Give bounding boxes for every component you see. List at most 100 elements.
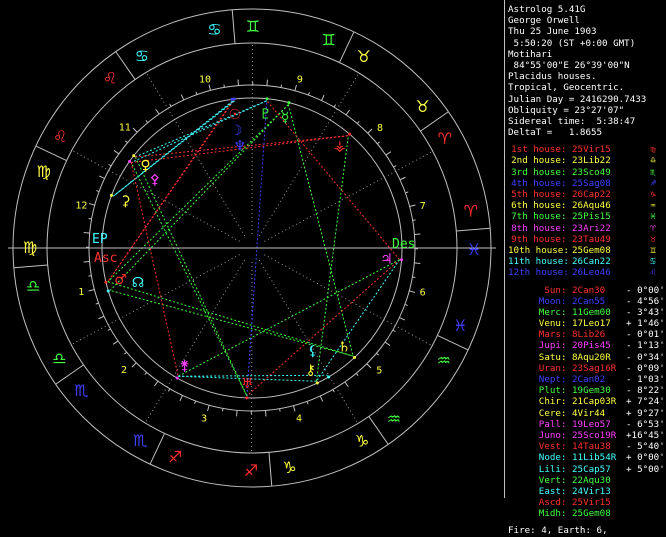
degree-tick bbox=[99, 316, 104, 319]
zodiac-sign-icon: ♊ bbox=[246, 17, 260, 36]
sign-divider bbox=[150, 433, 165, 464]
planet-label: Cere: bbox=[508, 408, 572, 419]
degree-tick bbox=[154, 381, 157, 386]
house-number: 2 bbox=[121, 365, 127, 376]
planet-value: 2Can30 bbox=[572, 285, 626, 296]
degree-tick bbox=[146, 120, 148, 122]
zodiac-sign-icon: ♈ bbox=[464, 201, 478, 220]
sign-glyph-icon: ♓ bbox=[648, 211, 658, 222]
house-label: 1st house: bbox=[508, 144, 572, 155]
degree-tick bbox=[108, 329, 111, 330]
degree-tick bbox=[145, 372, 147, 374]
house-number: 1 bbox=[78, 287, 84, 298]
house-label: 9th house: bbox=[508, 234, 572, 245]
sign-divider bbox=[116, 52, 135, 80]
degree-tick bbox=[89, 290, 95, 292]
planet-marker bbox=[316, 382, 319, 385]
zodiac-sign-icon: ♏ bbox=[74, 381, 88, 400]
planet-value: 21Cap03R bbox=[572, 396, 626, 407]
house-row: 3rd house: 23Sco49♏ bbox=[508, 167, 666, 178]
planet-label: Vert: bbox=[508, 475, 572, 486]
degree-tick bbox=[280, 409, 281, 412]
house-value: 23Ari22 bbox=[572, 223, 626, 234]
degree-tick bbox=[367, 364, 371, 368]
planet-label: Lili: bbox=[508, 464, 572, 475]
planet-label: Juno: bbox=[508, 430, 572, 441]
house-label: 11th house: bbox=[508, 256, 572, 267]
planet-icon: ♂ bbox=[114, 272, 127, 288]
planet-label: Pall: bbox=[508, 419, 572, 430]
degree-tick bbox=[294, 406, 296, 412]
header-line: DeltaT = 1.8655 bbox=[508, 127, 666, 138]
planet-row: Pall: 19Leo57- 6°53'⚴ bbox=[508, 419, 666, 430]
degree-tick bbox=[156, 109, 159, 114]
degree-tick bbox=[405, 304, 408, 305]
planet-label: Mars: bbox=[508, 329, 572, 340]
planet-marker bbox=[107, 289, 110, 292]
planet-marker bbox=[266, 97, 269, 100]
planet-marker bbox=[110, 194, 113, 197]
planet-latitude: - 6°53' bbox=[626, 419, 666, 430]
planet-value: 11Lib54R bbox=[572, 452, 626, 463]
planet-value: 14Tau38 bbox=[572, 441, 626, 452]
planet-label: Node: bbox=[508, 452, 572, 463]
planet-label: Merc: bbox=[508, 307, 572, 318]
planet-value: 25Sco19R bbox=[572, 430, 626, 441]
house-row: 10th house: 25Gem08♊ bbox=[508, 245, 666, 256]
aspect-line bbox=[113, 101, 232, 196]
planet-label: Jupi: bbox=[508, 340, 572, 351]
zodiac-sign-icon: ♉ bbox=[416, 97, 430, 116]
planet-row: Mars: 8Lib26- 0°01'♂ bbox=[508, 329, 666, 340]
planet-value: 19Leo57 bbox=[572, 419, 626, 430]
planet-label: Nept: bbox=[508, 374, 572, 385]
degree-tick bbox=[414, 263, 420, 264]
planet-row: Merc: 11Gem00- 3°43'☿ bbox=[508, 307, 666, 318]
planet-row: Midh: 25Gem08Mc bbox=[508, 508, 666, 519]
degree-tick bbox=[99, 176, 104, 179]
house-cusp-line bbox=[264, 151, 432, 241]
zodiac-sign-icon: ♎ bbox=[26, 277, 40, 296]
house-row: 5th house: 26Cap22♑ bbox=[508, 189, 666, 200]
degree-tick bbox=[412, 277, 415, 278]
house-label: 8th house: bbox=[508, 223, 572, 234]
planet-marker bbox=[132, 154, 135, 157]
aspect-line bbox=[131, 101, 267, 163]
house-value: 26Can22 bbox=[572, 256, 626, 267]
planet-value: 20Pis45 bbox=[572, 340, 626, 351]
planet-value: 2Can55 bbox=[572, 296, 626, 307]
degree-tick bbox=[320, 396, 323, 401]
sign-divider bbox=[437, 335, 468, 350]
planet-label: Venu: bbox=[508, 318, 572, 329]
planet-value: 23Sag16R bbox=[572, 363, 626, 374]
degree-tick bbox=[88, 276, 91, 277]
degree-tick bbox=[322, 95, 325, 100]
house-number: 6 bbox=[420, 287, 426, 298]
planet-icon: ⚳ bbox=[120, 194, 130, 210]
degree-tick bbox=[109, 164, 112, 166]
planet-value: 4Vir44 bbox=[572, 408, 626, 419]
sign-glyph-icon: ♍ bbox=[648, 144, 658, 155]
planet-label: Plut: bbox=[508, 385, 572, 396]
planet-marker bbox=[327, 375, 330, 378]
house-value: 26Aqu46 bbox=[572, 200, 626, 211]
planet-value: 22Aqu30 bbox=[572, 475, 626, 486]
degree-tick bbox=[386, 152, 391, 155]
planet-icon: ⚷ bbox=[306, 363, 316, 379]
planet-value: 17Leo17 bbox=[572, 318, 626, 329]
header-line: Obliquity = 23°27'07" bbox=[508, 105, 666, 116]
degree-tick bbox=[181, 95, 184, 100]
planet-icon: ☿ bbox=[281, 110, 290, 126]
degree-tick bbox=[345, 382, 348, 387]
house-label: 2nd house: bbox=[508, 155, 572, 166]
degree-tick bbox=[133, 128, 137, 132]
house-label: 7th house: bbox=[508, 211, 572, 222]
header-line: 84°55'00"E 26°39'00"N bbox=[508, 60, 666, 71]
zodiac-sign-icon: ♐ bbox=[168, 447, 182, 466]
planet-label: Satu: bbox=[508, 352, 572, 363]
planet-marker bbox=[353, 356, 356, 359]
house-label: 6th house: bbox=[508, 200, 572, 211]
planet-label: Midh: bbox=[508, 508, 572, 519]
planet-icon: ♃ bbox=[380, 252, 393, 268]
sign-glyph-icon: ♑ bbox=[648, 189, 658, 200]
descendant-label: Des bbox=[392, 237, 415, 252]
